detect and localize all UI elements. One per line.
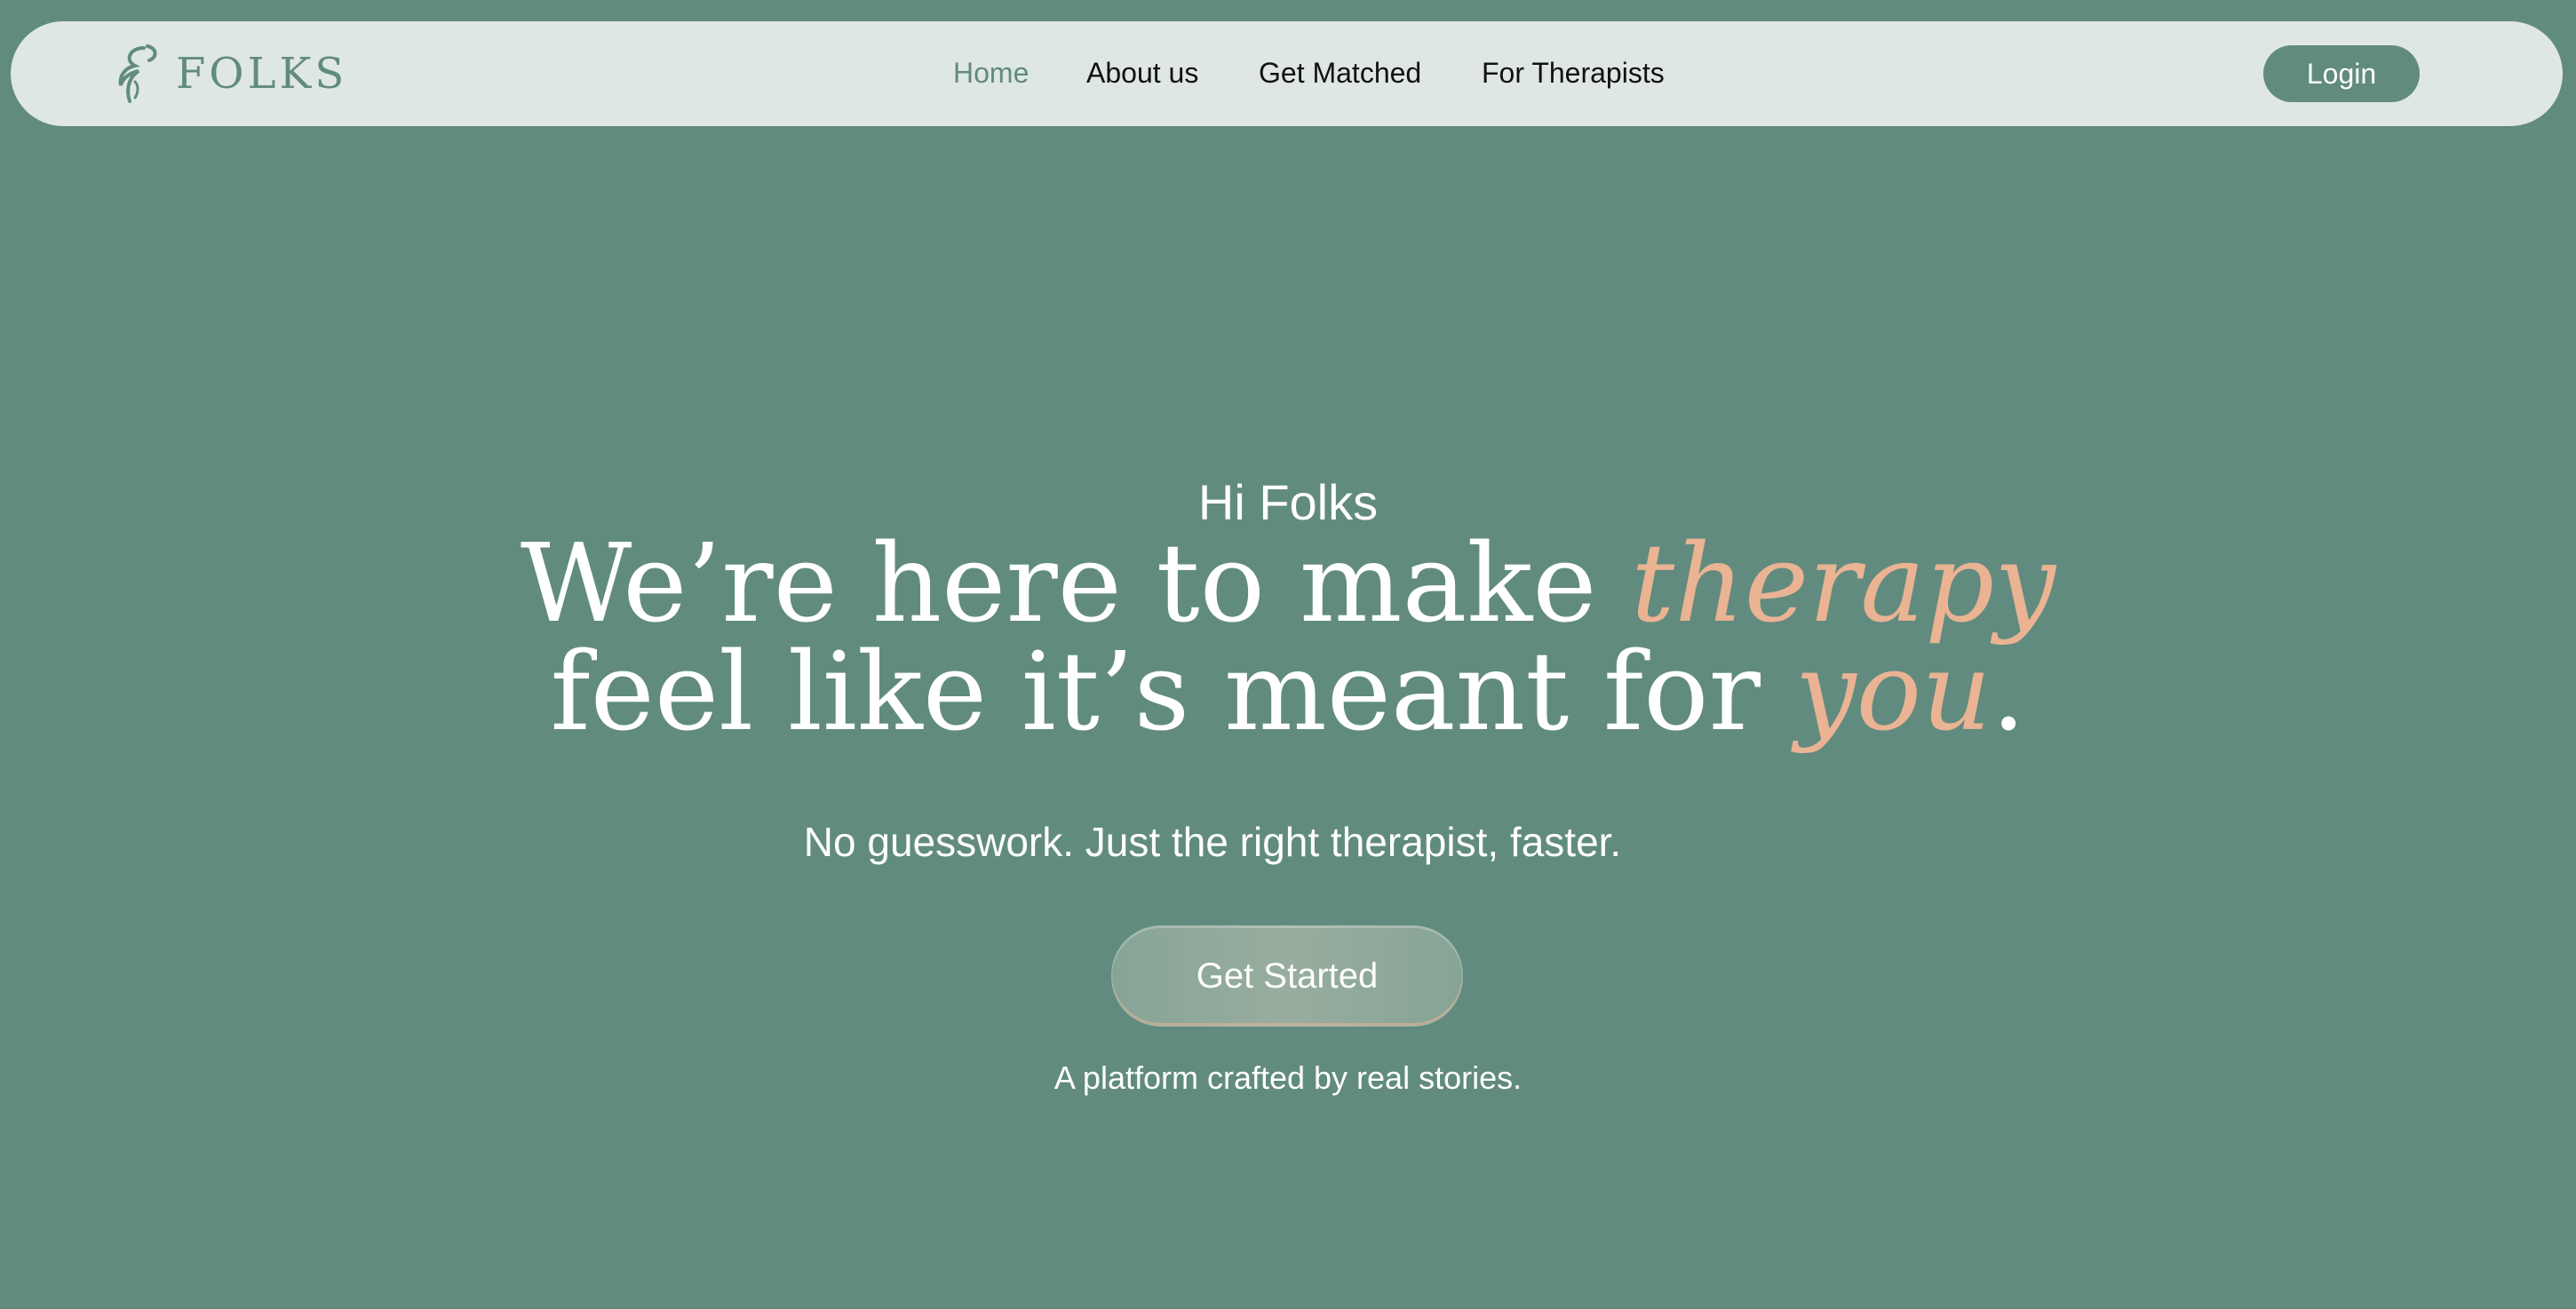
login-button[interactable]: Login: [2263, 45, 2420, 102]
nav-links: Home About us Get Matched For Therapists: [11, 21, 2563, 126]
headline-period: .: [1991, 629, 2026, 755]
headline-line-1: We’re here to make therapy: [0, 529, 2576, 638]
landing-page: FOLKS Home About us Get Matched For Ther…: [0, 0, 2576, 1309]
hero-headline: We’re here to make therapy feel like it’…: [0, 529, 2576, 746]
nav-about-us[interactable]: About us: [1086, 55, 1198, 91]
hero-subheadline: No guesswork. Just the right therapist, …: [803, 819, 1622, 865]
nav-get-matched[interactable]: Get Matched: [1259, 55, 1421, 91]
headline-line-2-text: feel like it’s meant for: [550, 629, 1795, 755]
headline-accent-you: you: [1794, 629, 1992, 755]
nav-for-therapists[interactable]: For Therapists: [1482, 55, 1665, 91]
headline-line-1-text: We’re here to make: [520, 520, 1632, 647]
headline-line-2: feel like it’s meant for you.: [0, 638, 2576, 746]
hero-tagline: A platform crafted by real stories.: [1053, 1059, 1523, 1096]
navbar: FOLKS Home About us Get Matched For Ther…: [11, 21, 2563, 126]
headline-accent-therapy: therapy: [1631, 520, 2056, 647]
get-started-button[interactable]: Get Started: [1111, 925, 1463, 1027]
nav-home[interactable]: Home: [953, 55, 1029, 91]
